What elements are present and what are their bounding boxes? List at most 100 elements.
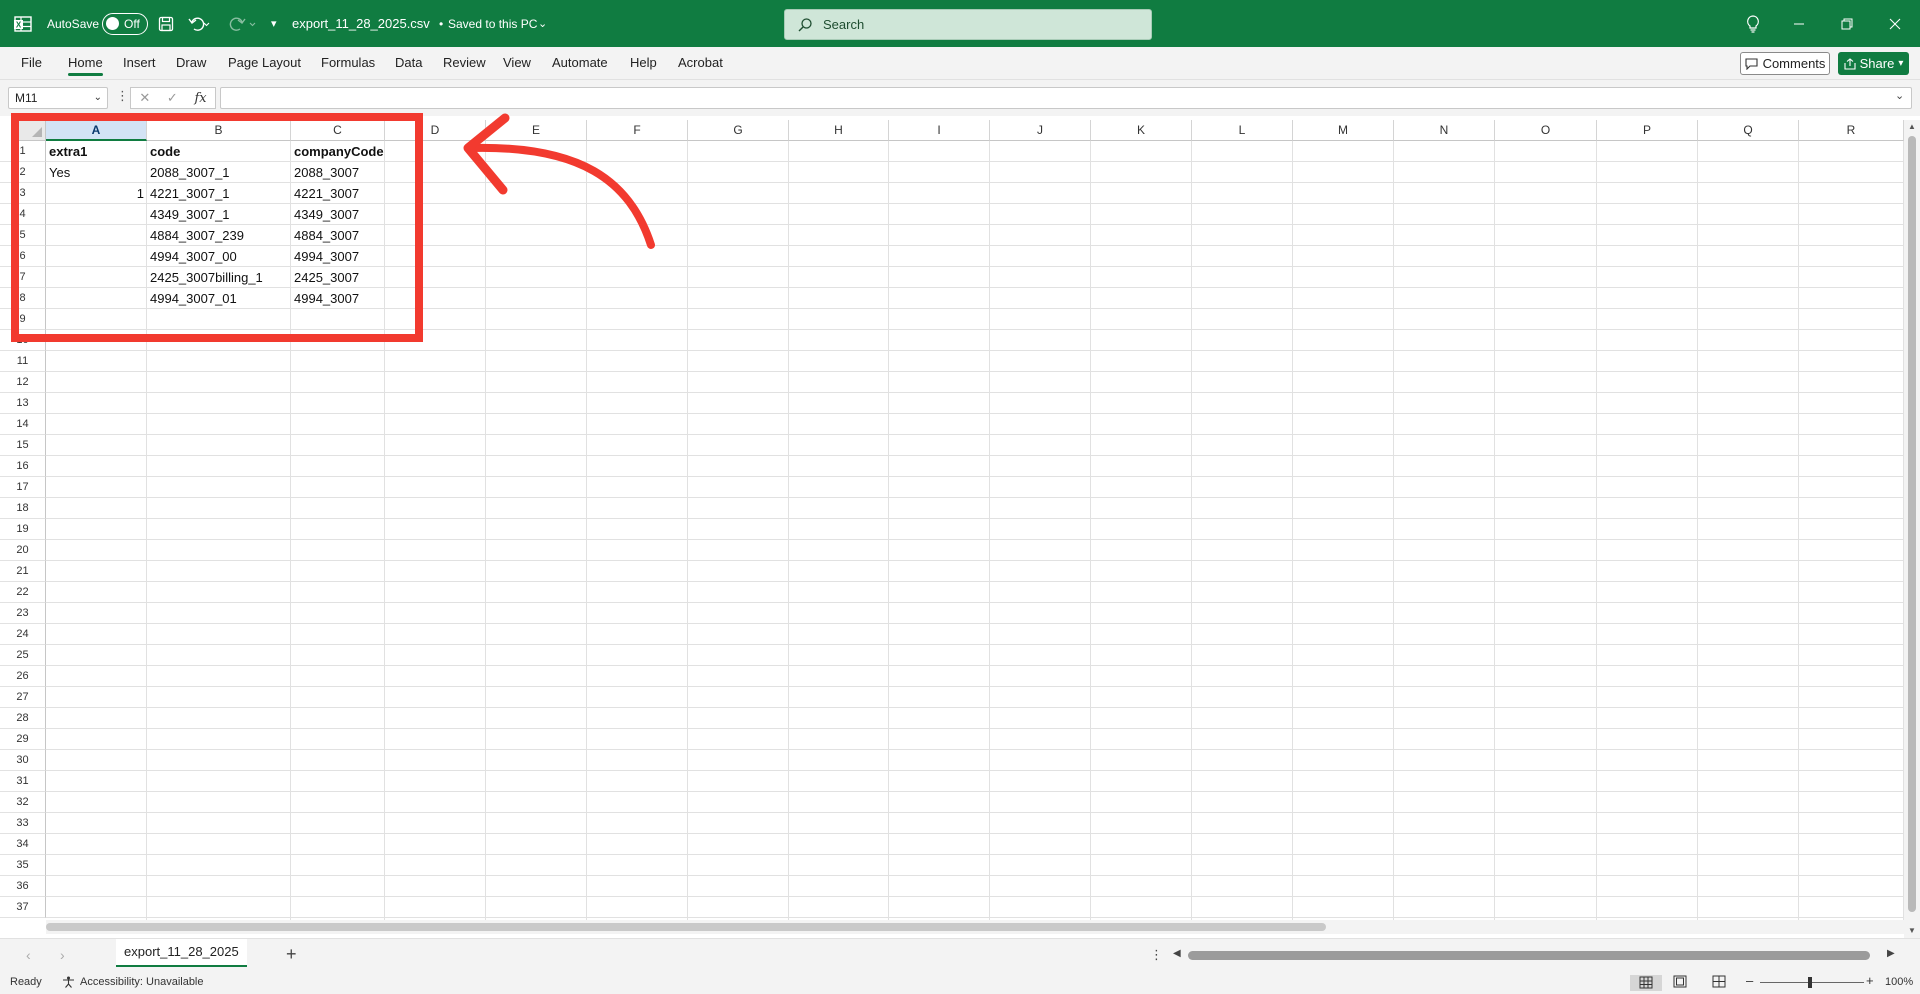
row-header-19[interactable]: 19 (0, 519, 46, 540)
spreadsheet-grid[interactable]: ABCDEFGHIJKLMNOPQR 1 2 3 4 5 6 7 8 9 10 11 12 13 14 15… (0, 120, 1904, 920)
comments-button[interactable]: Comments (1740, 52, 1830, 75)
row-header-11[interactable]: 11 (0, 351, 46, 372)
column-header-j[interactable]: J (990, 120, 1091, 141)
tab-view[interactable]: View (503, 55, 531, 70)
row-header-13[interactable]: 13 (0, 393, 46, 414)
row-header-6[interactable]: 6 (0, 246, 46, 267)
expand-formula-bar-icon[interactable]: ⌄ (1895, 89, 1904, 102)
accessibility-icon[interactable] (62, 976, 75, 991)
row-header-31[interactable]: 31 (0, 771, 46, 792)
row-header-15[interactable]: 15 (0, 435, 46, 456)
scroll-right-icon[interactable]: ▶ (1887, 948, 1895, 959)
cell-c6[interactable]: 4994_3007 (291, 246, 425, 267)
scroll-down-icon[interactable]: ▼ (1908, 926, 1916, 935)
zoom-out-icon[interactable]: – (1746, 973, 1753, 988)
row-header-37[interactable]: 37 (0, 897, 46, 918)
tab-home[interactable]: Home (68, 55, 103, 76)
autosave-toggle[interactable]: Off (102, 12, 148, 35)
tab-acrobat[interactable]: Acrobat (678, 55, 723, 70)
row-header-3[interactable]: 3 (0, 183, 46, 204)
row-header-28[interactable]: 28 (0, 708, 46, 729)
row-header-16[interactable]: 16 (0, 456, 46, 477)
chevron-down-icon[interactable]: ⌄ (538, 0, 547, 47)
undo-icon[interactable] (188, 0, 210, 47)
zoom-slider-track[interactable] (1760, 982, 1864, 983)
more-options-icon[interactable]: ⋮ (1150, 947, 1163, 963)
sheet-scroll-thumb[interactable] (1188, 951, 1870, 960)
column-header-e[interactable]: E (486, 120, 587, 141)
row-header-23[interactable]: 23 (0, 603, 46, 624)
sheet-horizontal-scrollbar[interactable] (1178, 949, 1906, 962)
row-header-18[interactable]: 18 (0, 498, 46, 519)
tab-formulas[interactable]: Formulas (321, 55, 375, 70)
column-header-h[interactable]: H (789, 120, 889, 141)
row-header-5[interactable]: 5 (0, 225, 46, 246)
cell-c1[interactable]: companyCode (291, 141, 425, 162)
column-header-f[interactable]: F (587, 120, 688, 141)
save-icon[interactable] (158, 0, 174, 47)
page-layout-view-icon[interactable] (1673, 975, 1687, 991)
column-header-r[interactable]: R (1799, 120, 1904, 141)
previous-sheet-icon[interactable]: ‹ (26, 947, 31, 963)
row-header-7[interactable]: 7 (0, 267, 46, 288)
redo-icon[interactable] (228, 0, 258, 47)
row-header-36[interactable]: 36 (0, 876, 46, 897)
column-header-l[interactable]: L (1192, 120, 1293, 141)
row-header-9[interactable]: 9 (0, 309, 46, 330)
page-break-view-icon[interactable] (1712, 975, 1726, 991)
column-header-a[interactable]: A (46, 120, 147, 141)
column-header-k[interactable]: K (1091, 120, 1192, 141)
row-header-25[interactable]: 25 (0, 645, 46, 666)
add-sheet-icon[interactable]: + (286, 944, 297, 965)
row-header-32[interactable]: 32 (0, 792, 46, 813)
row-header-12[interactable]: 12 (0, 372, 46, 393)
search-box[interactable]: Search (784, 9, 1152, 40)
column-header-o[interactable]: O (1495, 120, 1597, 141)
select-all-button[interactable] (12, 120, 46, 141)
cancel-icon[interactable]: ✕ (139, 90, 150, 106)
row-header-1[interactable]: 1 (0, 141, 46, 162)
zoom-slider-thumb[interactable] (1808, 977, 1812, 988)
minimize-button[interactable] (1776, 0, 1822, 47)
row-header-27[interactable]: 27 (0, 687, 46, 708)
share-button[interactable]: Share ▾ (1838, 52, 1909, 75)
column-header-n[interactable]: N (1394, 120, 1495, 141)
cell-c7[interactable]: 2425_3007 (291, 267, 425, 288)
tab-automate[interactable]: Automate (552, 55, 608, 70)
row-header-21[interactable]: 21 (0, 561, 46, 582)
horizontal-scroll-thumb[interactable] (46, 923, 1326, 931)
tab-data[interactable]: Data (395, 55, 422, 70)
cell-a3[interactable]: 1 (46, 183, 147, 204)
restore-button[interactable] (1824, 0, 1870, 47)
row-header-30[interactable]: 30 (0, 750, 46, 771)
column-header-i[interactable]: I (889, 120, 990, 141)
column-header-g[interactable]: G (688, 120, 789, 141)
quick-access-dropdown-icon[interactable]: ▾ (271, 0, 277, 47)
column-header-m[interactable]: M (1293, 120, 1394, 141)
row-header-24[interactable]: 24 (0, 624, 46, 645)
row-header-29[interactable]: 29 (0, 729, 46, 750)
tab-review[interactable]: Review (443, 55, 486, 70)
row-header-4[interactable]: 4 (0, 204, 46, 225)
horizontal-scrollbar[interactable] (46, 920, 1904, 934)
row-header-10[interactable]: 10 (0, 330, 46, 351)
accessibility-status[interactable]: Accessibility: Unavailable (80, 976, 204, 988)
row-header-14[interactable]: 14 (0, 414, 46, 435)
row-header-17[interactable]: 17 (0, 477, 46, 498)
close-button[interactable] (1872, 0, 1918, 47)
row-header-20[interactable]: 20 (0, 540, 46, 561)
lightbulb-icon[interactable] (1730, 0, 1776, 47)
zoom-in-icon[interactable]: + (1866, 973, 1874, 988)
column-header-q[interactable]: Q (1698, 120, 1799, 141)
vertical-scroll-thumb[interactable] (1908, 136, 1916, 912)
row-header-35[interactable]: 35 (0, 855, 46, 876)
scroll-up-icon[interactable]: ▲ (1908, 122, 1916, 131)
cell-c8[interactable]: 4994_3007 (291, 288, 425, 309)
cell-c2[interactable]: 2088_3007 (291, 162, 425, 183)
tab-insert[interactable]: Insert (123, 55, 156, 70)
column-header-d[interactable]: D (385, 120, 486, 141)
row-header-8[interactable]: 8 (0, 288, 46, 309)
formula-input[interactable] (220, 87, 1912, 109)
column-header-c[interactable]: C (291, 120, 385, 141)
name-box[interactable]: M11 ⌄ (8, 87, 108, 109)
